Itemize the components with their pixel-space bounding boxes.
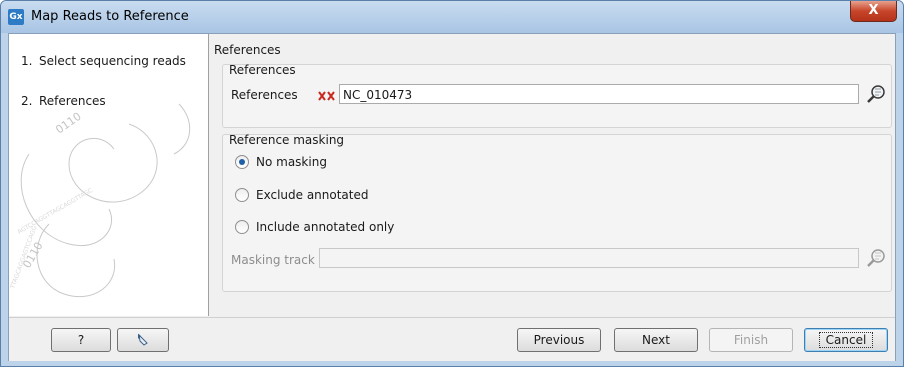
panel-title: References xyxy=(214,43,281,57)
radio-no-masking[interactable]: No masking xyxy=(235,154,327,170)
radio-button[interactable] xyxy=(235,187,249,202)
browse-references-icon[interactable] xyxy=(865,83,889,105)
references-panel: References References References NC_0104… xyxy=(212,34,894,316)
references-input[interactable]: NC_010473 xyxy=(339,84,859,104)
wizard-steps-panel: 1. Select sequencing reads 2. References 0… xyxy=(9,34,209,316)
next-button[interactable]: Next xyxy=(614,328,698,352)
masking-track-input[interactable] xyxy=(319,248,859,268)
cancel-label: Cancel xyxy=(818,332,874,348)
dialog-window: Gx Map Reads to Reference X 1. Select seq… xyxy=(0,0,904,367)
app-icon: Gx xyxy=(8,9,24,25)
close-button[interactable]: X xyxy=(850,1,897,22)
radio-include-annotated-only[interactable]: Include annotated only xyxy=(235,219,395,235)
svg-text:0110: 0110 xyxy=(53,110,83,137)
title-bar[interactable]: Gx Map Reads to Reference X xyxy=(1,1,903,33)
reset-button[interactable] xyxy=(117,328,169,352)
radio-label: Include annotated only xyxy=(256,220,395,234)
reference-masking-title: Reference masking xyxy=(229,133,345,147)
window-title: Map Reads to Reference xyxy=(31,9,189,24)
radio-label: Exclude annotated xyxy=(256,188,369,202)
cancel-button[interactable]: Cancel xyxy=(804,328,888,352)
wizard-button-bar: ? Previous Next Finish Cancel xyxy=(9,317,895,361)
reference-masking-group: Reference masking No masking Exclude ann… xyxy=(222,133,892,292)
step-number: 1. xyxy=(21,54,33,68)
radio-exclude-annotated[interactable]: Exclude annotated xyxy=(235,187,369,203)
browse-masking-track-icon[interactable] xyxy=(865,247,889,269)
finish-button[interactable]: Finish xyxy=(709,328,793,352)
radio-button-checked[interactable] xyxy=(235,154,249,169)
references-group: References References NC_010473 xyxy=(222,63,892,128)
help-button[interactable]: ? xyxy=(51,328,111,352)
step-label: Select sequencing reads xyxy=(39,54,186,68)
references-field-label: References xyxy=(231,88,298,102)
svg-text:AGTCCAGGTTAGCAGGTTAGC: AGTCCAGGTTAGCAGGTTAGC xyxy=(17,187,95,236)
step-select-reads[interactable]: 1. Select sequencing reads xyxy=(21,54,186,68)
radio-label: No masking xyxy=(256,155,327,169)
previous-button[interactable]: Previous xyxy=(517,328,601,352)
references-group-title: References xyxy=(229,63,296,77)
dialog-body: 1. Select sequencing reads 2. References 0… xyxy=(8,33,896,361)
reference-sequence-icon xyxy=(318,91,335,101)
masking-track-label: Masking track xyxy=(231,253,315,267)
radio-button[interactable] xyxy=(235,219,249,234)
reset-arrow-icon xyxy=(138,333,148,346)
decorative-spiral-logo: 0110 0110 AGTCCAGGTTAGCAGGTTAGC TTAGCAGG… xyxy=(9,103,191,298)
